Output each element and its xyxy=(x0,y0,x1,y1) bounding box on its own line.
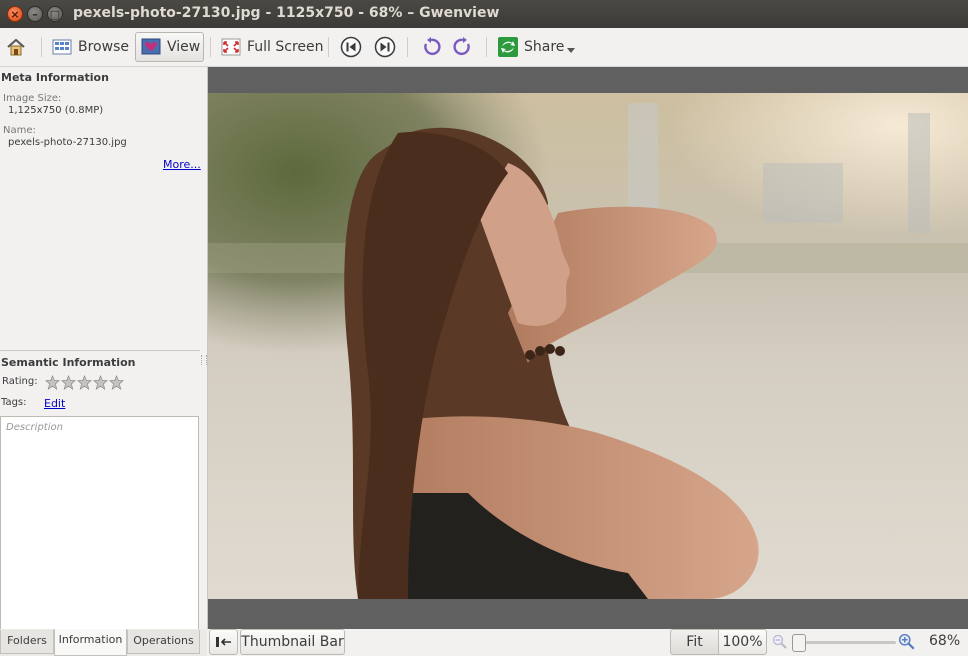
minimize-window-button[interactable]: – xyxy=(27,6,43,22)
rotate-left-button[interactable] xyxy=(420,32,442,62)
toolbar-separator xyxy=(328,37,329,57)
dropdown-arrow-icon xyxy=(567,48,576,53)
zoom-fit-button[interactable]: Fit xyxy=(670,629,719,655)
full-screen-icon xyxy=(221,38,241,56)
semantic-information-heading: Semantic Information xyxy=(1,356,136,369)
rating-star-icon[interactable] xyxy=(45,375,60,390)
browse-label: Browse xyxy=(78,39,129,55)
tab-folders[interactable]: Folders xyxy=(0,630,54,654)
skip-previous-icon xyxy=(340,36,362,58)
collapse-sidebar-icon xyxy=(215,637,231,647)
title-bar: × – □ pexels-photo-27130.jpg - 1125x750 … xyxy=(0,0,968,28)
rating-star-icon[interactable] xyxy=(93,375,108,390)
meta-information-heading: Meta Information xyxy=(1,71,109,84)
more-info-link[interactable]: More... xyxy=(163,158,201,171)
full-screen-button[interactable]: Full Screen xyxy=(221,32,324,62)
window-title: pexels-photo-27130.jpg - 1125x750 - 68% … xyxy=(73,5,500,21)
rating-label: Rating: xyxy=(2,376,38,387)
rating-star-icon[interactable] xyxy=(77,375,92,390)
home-button[interactable] xyxy=(6,32,32,62)
splitter-handle[interactable] xyxy=(201,355,207,365)
share-menu-button[interactable]: Share xyxy=(498,32,576,62)
image-size-label: Image Size: xyxy=(3,93,62,104)
sidebar-tabs: Folders Information Operations xyxy=(0,629,207,656)
rotate-right-icon xyxy=(453,37,470,56)
edit-tags-link[interactable]: Edit xyxy=(44,397,65,410)
name-label: Name: xyxy=(3,125,36,136)
zoom-in-icon[interactable] xyxy=(898,633,916,651)
toolbar-separator xyxy=(41,37,42,57)
tags-label: Tags: xyxy=(1,397,27,408)
zoom-slider-handle[interactable] xyxy=(792,634,806,652)
share-icon xyxy=(498,37,518,57)
browse-grid-icon xyxy=(52,39,72,55)
file-name-value: pexels-photo-27130.jpg xyxy=(8,137,127,148)
sidebar-panel: Meta Information Image Size: 1,125x750 (… xyxy=(0,67,208,630)
rotate-right-button[interactable] xyxy=(452,32,474,62)
toolbar-separator xyxy=(407,37,408,57)
main-toolbar: Browse View Full Screen Share xyxy=(0,28,968,67)
displayed-photo xyxy=(208,93,968,599)
toolbar-separator xyxy=(210,37,211,57)
share-label: Share xyxy=(524,39,565,55)
zoom-out-icon[interactable] xyxy=(772,634,788,650)
description-placeholder: Description xyxy=(6,422,63,433)
thumbnail-bar-toggle[interactable]: Thumbnail Bar xyxy=(240,629,345,655)
view-image-icon xyxy=(141,38,161,55)
skip-next-icon xyxy=(374,36,396,58)
toolbar-separator xyxy=(486,37,487,57)
view-label: View xyxy=(167,39,201,55)
rating-star-icon[interactable] xyxy=(109,375,124,390)
zoom-100-button[interactable]: 100% xyxy=(718,629,767,655)
next-image-button[interactable] xyxy=(374,32,396,62)
tab-information[interactable]: Information xyxy=(54,629,127,656)
rotate-left-icon xyxy=(424,37,441,56)
home-icon xyxy=(7,38,25,56)
toggle-sidebar-button[interactable] xyxy=(209,629,238,655)
gwenview-window: × – □ pexels-photo-27130.jpg - 1125x750 … xyxy=(0,0,968,656)
description-textarea[interactable]: Description xyxy=(0,416,199,630)
image-viewer[interactable] xyxy=(208,67,968,629)
rating-star-icon[interactable] xyxy=(61,375,76,390)
browse-button[interactable]: Browse xyxy=(52,32,129,62)
zoom-level-readout: 68% xyxy=(929,633,961,649)
close-window-button[interactable]: × xyxy=(7,6,23,22)
sidebar-divider xyxy=(0,350,200,351)
image-size-value: 1,125x750 (0.8MP) xyxy=(8,105,104,116)
tab-operations[interactable]: Operations xyxy=(127,630,200,654)
status-bar: Thumbnail Bar Fit 100% 68% xyxy=(208,629,968,656)
full-screen-label: Full Screen xyxy=(247,39,324,55)
photo-illustration xyxy=(208,93,968,599)
maximize-window-button[interactable]: □ xyxy=(47,6,63,22)
zoom-slider-track[interactable] xyxy=(798,641,896,644)
view-button[interactable]: View xyxy=(135,32,204,62)
previous-image-button[interactable] xyxy=(340,32,362,62)
